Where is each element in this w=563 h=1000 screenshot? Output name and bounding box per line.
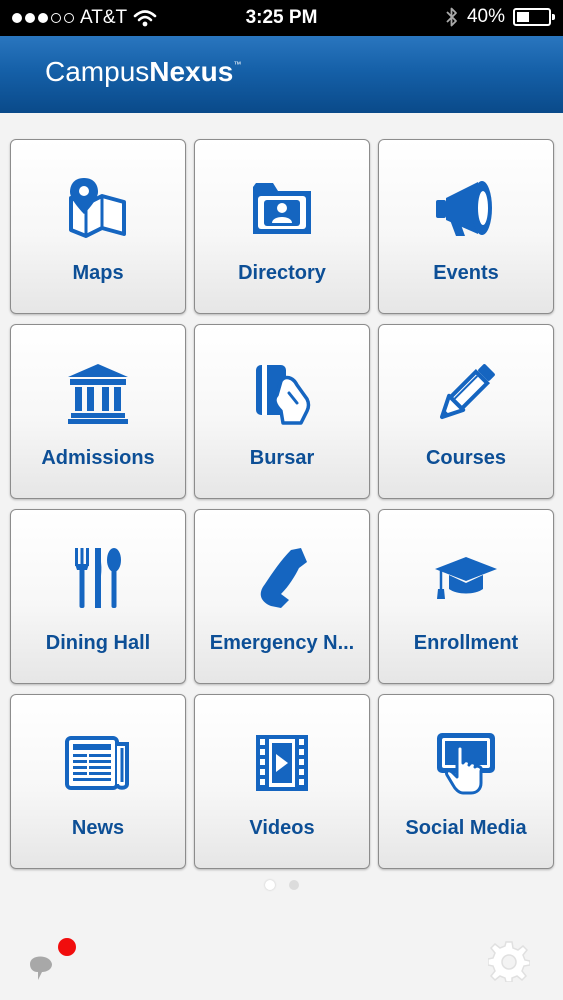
film-icon bbox=[195, 729, 369, 797]
utensils-icon bbox=[11, 544, 185, 612]
settings-gear-icon[interactable] bbox=[488, 940, 530, 982]
newspaper-icon bbox=[11, 729, 185, 797]
tile-social-media[interactable]: Social Media bbox=[378, 694, 554, 869]
pencil-icon bbox=[379, 359, 553, 427]
page-indicator bbox=[0, 880, 563, 890]
tile-label: Maps bbox=[72, 262, 124, 284]
tile-enrollment[interactable]: Enrollment bbox=[378, 509, 554, 684]
tile-news[interactable]: News bbox=[10, 694, 186, 869]
status-bar: AT&T 3:25 PM 40% bbox=[0, 0, 563, 36]
battery-icon bbox=[513, 8, 555, 26]
directory-folder-icon bbox=[195, 174, 369, 242]
tile-label: Social Media bbox=[405, 817, 527, 839]
phone-icon bbox=[195, 544, 369, 612]
card-hand-icon bbox=[195, 359, 369, 427]
campusnexus-logo: CampusNexus™ bbox=[45, 56, 242, 87]
tile-label: Enrollment bbox=[413, 632, 519, 654]
tile-dining-hall[interactable]: Dining Hall bbox=[10, 509, 186, 684]
tile-admissions[interactable]: Admissions bbox=[10, 324, 186, 499]
bluetooth-icon bbox=[446, 7, 457, 27]
tile-label: Directory bbox=[238, 262, 326, 284]
tile-label: Courses bbox=[425, 447, 507, 469]
tile-videos[interactable]: Videos bbox=[194, 694, 370, 869]
graduation-cap-icon bbox=[379, 544, 553, 612]
tile-events[interactable]: Events bbox=[378, 139, 554, 314]
tile-bursar[interactable]: Bursar bbox=[194, 324, 370, 499]
building-icon bbox=[11, 359, 185, 427]
battery-percent: 40% bbox=[466, 6, 505, 27]
tile-label: Emergency N... bbox=[209, 632, 355, 654]
tile-maps[interactable]: Maps bbox=[10, 139, 186, 314]
tile-emergency-numbers[interactable]: Emergency N... bbox=[194, 509, 370, 684]
notification-badge bbox=[58, 938, 76, 956]
tile-label: News bbox=[71, 817, 125, 839]
tile-label: Admissions bbox=[41, 447, 155, 469]
app-header: CampusNexus™ bbox=[0, 36, 563, 113]
tile-label: Videos bbox=[249, 817, 315, 839]
touch-screen-icon bbox=[379, 729, 553, 797]
map-icon bbox=[11, 174, 185, 242]
feature-grid: Maps Directory Events Admissions Bursar … bbox=[10, 139, 554, 869]
tile-label: Events bbox=[433, 262, 499, 284]
tile-label: Dining Hall bbox=[45, 632, 151, 654]
tile-directory[interactable]: Directory bbox=[194, 139, 370, 314]
tile-label: Bursar bbox=[249, 447, 315, 469]
page-dot-1[interactable] bbox=[264, 880, 275, 890]
tile-courses[interactable]: Courses bbox=[378, 324, 554, 499]
page-dot-2[interactable] bbox=[288, 880, 299, 890]
megaphone-icon bbox=[379, 174, 553, 242]
